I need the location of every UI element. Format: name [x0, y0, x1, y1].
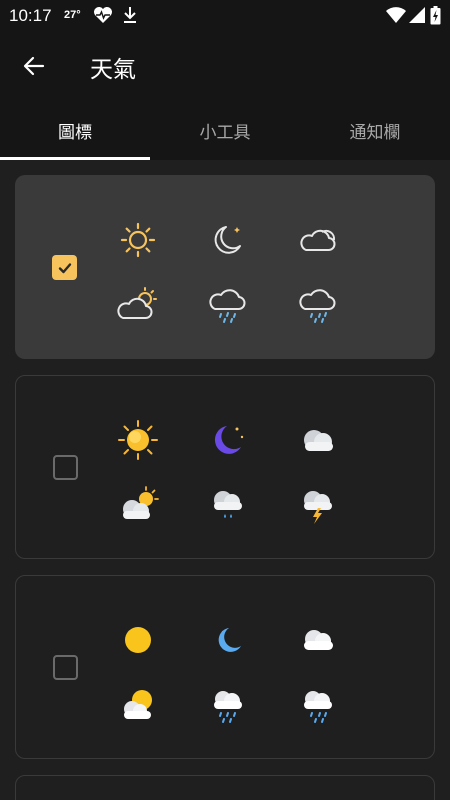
tab-bar: 圖標 小工具 通知欄 — [0, 100, 450, 160]
partly-cloudy-icon — [116, 282, 160, 326]
rain-cloud-icon — [296, 682, 340, 726]
icon-set-checkbox-checked[interactable] — [52, 255, 77, 280]
app-bar: 天氣 — [0, 32, 450, 100]
heart-pulse-icon — [93, 6, 113, 28]
cloud-icon — [296, 218, 340, 262]
wifi-icon — [385, 6, 407, 28]
status-time: 10:17 — [9, 6, 52, 25]
page-title: 天氣 — [90, 57, 136, 83]
sun-icon — [116, 218, 160, 262]
partly-cloudy-icon — [116, 682, 160, 726]
status-bar: 10:17 27° — [0, 0, 450, 32]
icon-set-card-more[interactable] — [15, 775, 435, 800]
rain-cloud-icon — [296, 282, 340, 326]
icon-set-checkbox[interactable] — [53, 655, 78, 680]
back-button[interactable] — [16, 48, 52, 84]
icon-set-card-line[interactable] — [15, 175, 435, 359]
arrow-left-icon — [23, 56, 45, 76]
battery-charging-icon — [430, 6, 441, 29]
moon-icon — [206, 418, 250, 462]
download-icon — [122, 6, 138, 28]
rain-cloud-icon — [206, 482, 250, 526]
moon-icon — [206, 618, 250, 662]
moon-icon — [206, 218, 250, 262]
tab-label: 圖標 — [58, 122, 92, 143]
status-temperature: 27° — [64, 9, 81, 21]
check-icon — [58, 262, 71, 273]
cloud-icon — [296, 618, 340, 662]
tab-label: 小工具 — [199, 122, 251, 143]
rain-cloud-icon — [206, 682, 250, 726]
icon-set-list — [0, 160, 450, 800]
partly-cloudy-icon — [116, 482, 160, 526]
icon-set-card-flat[interactable] — [15, 575, 435, 759]
tab-notification-bar[interactable]: 通知欄 — [300, 100, 450, 160]
icon-set-checkbox[interactable] — [53, 455, 78, 480]
sun-icon — [116, 418, 160, 462]
thunder-cloud-icon — [296, 482, 340, 526]
tab-icons[interactable]: 圖標 — [0, 100, 150, 160]
icon-set-card-3d[interactable] — [15, 375, 435, 559]
rain-cloud-icon — [206, 282, 250, 326]
cloud-icon — [296, 418, 340, 462]
tab-label: 通知欄 — [349, 122, 401, 143]
tab-widgets[interactable]: 小工具 — [150, 100, 300, 160]
sun-icon — [116, 618, 160, 662]
signal-icon — [408, 6, 426, 28]
